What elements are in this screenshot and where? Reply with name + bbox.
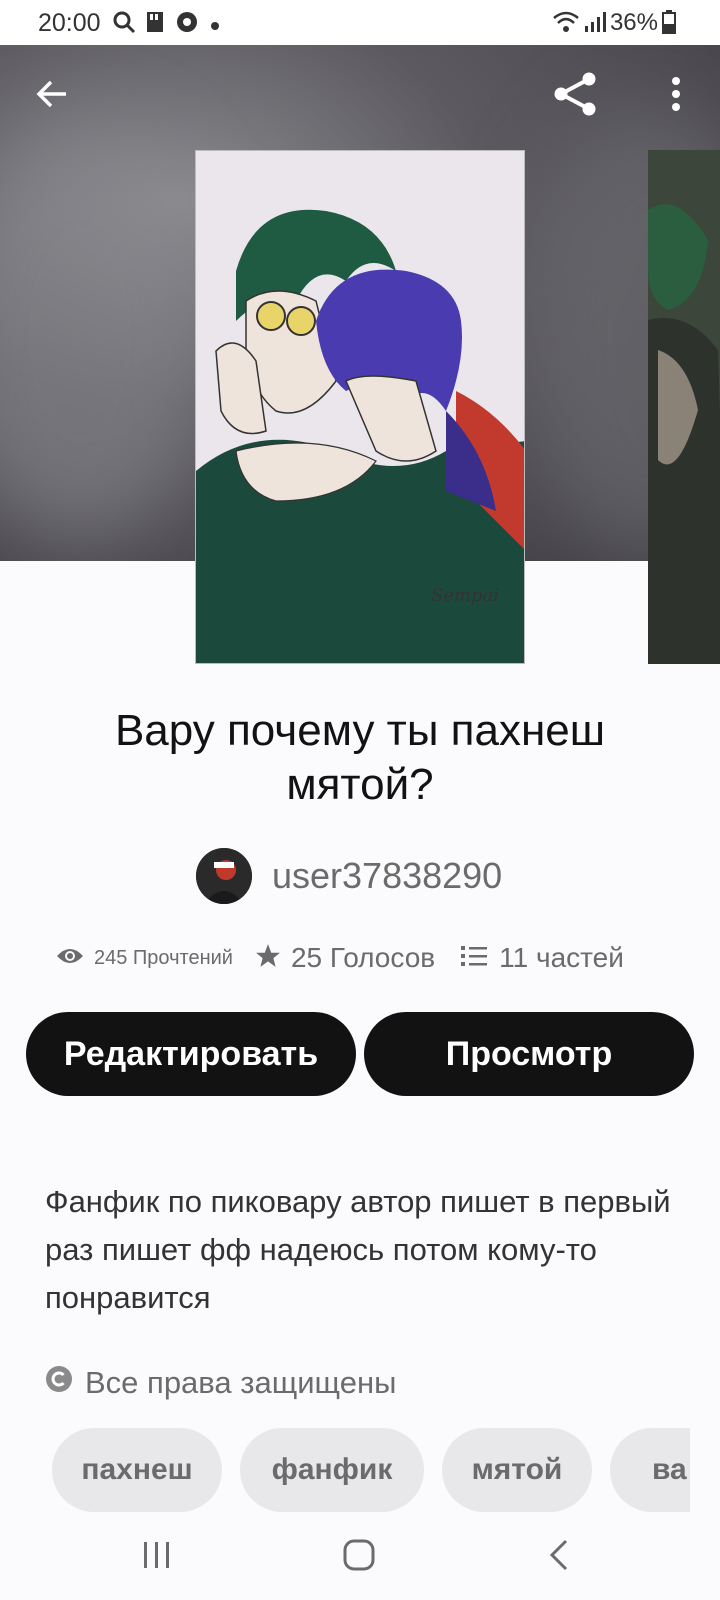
chrome-icon	[175, 10, 199, 39]
view-button[interactable]: Просмотр	[364, 1012, 694, 1096]
list-icon	[461, 945, 488, 972]
status-bar: 20:00 36%	[0, 0, 720, 45]
tag-chip[interactable]: фанфик	[240, 1428, 424, 1512]
copyright-row: Все права защищены	[45, 1365, 396, 1401]
tag-chip[interactable]: мятой	[442, 1428, 592, 1512]
eye-icon	[56, 946, 84, 971]
next-cover-image[interactable]	[648, 150, 720, 664]
tag-chip[interactable]: пахнеш	[52, 1428, 222, 1512]
system-nav-bar	[0, 1512, 720, 1600]
search-icon	[112, 10, 136, 39]
sd-card-icon	[145, 10, 165, 39]
share-icon	[553, 71, 599, 122]
back-button[interactable]	[24, 68, 80, 124]
story-cover-image[interactable]: Sempai	[195, 150, 525, 664]
tags-row: пахнеш фанфик мятой ва	[52, 1428, 690, 1512]
star-icon	[255, 943, 281, 974]
more-vertical-icon	[670, 76, 682, 117]
votes-count: 25 Голосов	[290, 942, 436, 973]
nav-back-button[interactable]	[548, 1538, 570, 1577]
story-stats: 245 Прочтений 25 Голосов 11 частей	[56, 942, 676, 974]
parts-stat: 11 частей	[461, 942, 624, 974]
parts-count: 11 частей	[499, 942, 624, 973]
battery-percent: 36%	[609, 9, 658, 36]
signal-icon	[584, 10, 606, 39]
edit-button[interactable]: Редактировать	[26, 1012, 356, 1096]
status-time: 20:00	[38, 9, 101, 37]
recent-apps-button[interactable]	[142, 1540, 172, 1575]
tag-chip[interactable]: ва	[610, 1428, 690, 1512]
copyright-text: Все права защищены	[85, 1365, 397, 1400]
wifi-icon	[552, 10, 580, 39]
svg-text:Sempai: Sempai	[431, 585, 499, 606]
more-options-button[interactable]	[648, 68, 704, 124]
reads-stat: 245 Прочтений	[56, 946, 233, 971]
home-button[interactable]	[342, 1538, 376, 1577]
author-row[interactable]: user37838290	[196, 848, 502, 904]
battery-icon	[662, 10, 676, 39]
copyright-icon	[45, 1365, 73, 1401]
story-description: Фанфик по пиковару автор пишет в первый …	[45, 1184, 671, 1315]
share-button[interactable]	[548, 68, 604, 124]
votes-stat: 25 Голосов	[255, 942, 435, 974]
reads-count: 245 Прочтений	[94, 946, 233, 969]
author-avatar[interactable]	[196, 848, 252, 904]
arrow-left-icon	[35, 77, 69, 116]
dot-icon	[210, 18, 220, 36]
story-title: Вару почему ты пахнеш мятой?	[114, 706, 606, 809]
author-name[interactable]: user37838290	[272, 855, 502, 897]
